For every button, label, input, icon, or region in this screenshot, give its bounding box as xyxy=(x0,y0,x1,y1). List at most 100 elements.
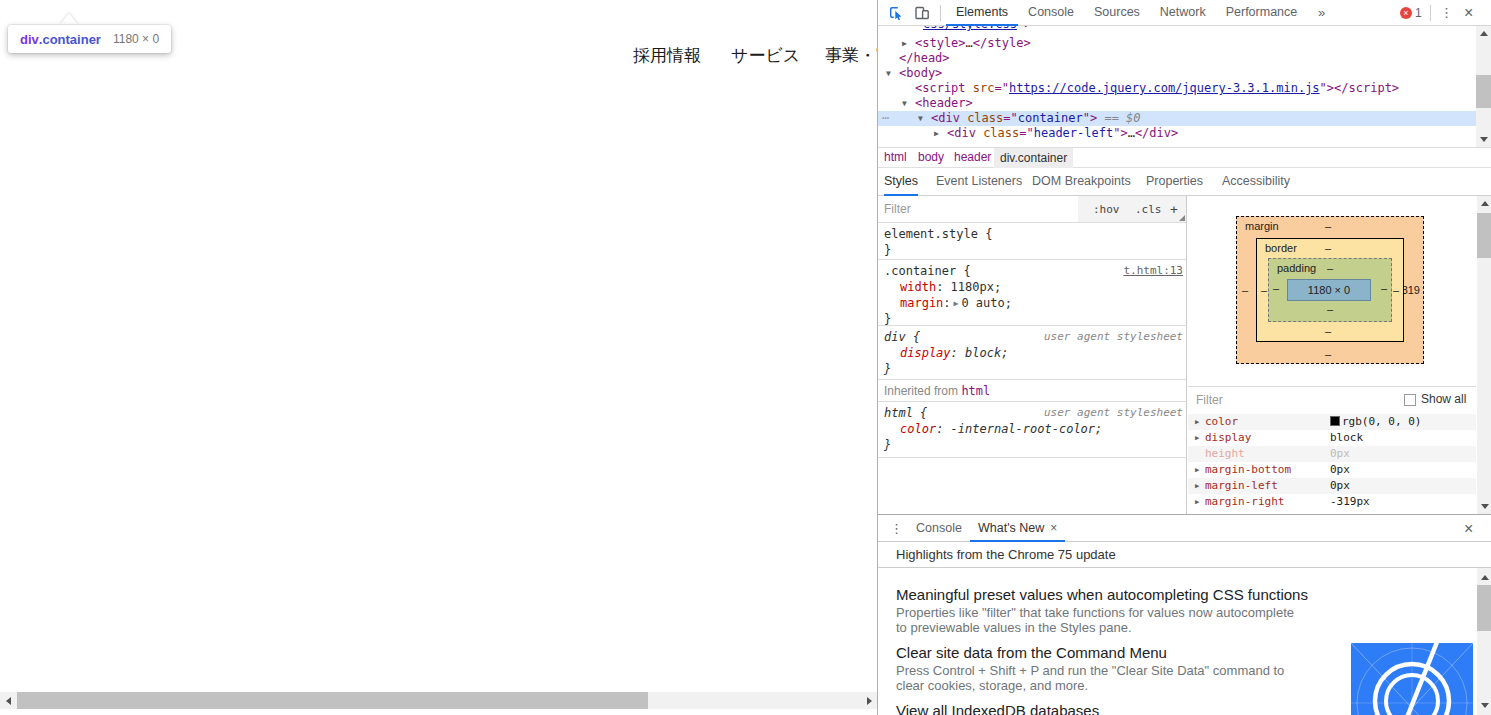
close-tab-icon[interactable]: × xyxy=(1050,521,1057,535)
dom-breadcrumb: html body header div.container xyxy=(878,147,1491,168)
dom-node-header-left[interactable]: ▶<div class="header-left">…</div> xyxy=(878,126,1476,141)
breadcrumb-body[interactable]: body xyxy=(918,148,944,167)
dom-node-header[interactable]: ▼<header> xyxy=(878,96,1476,111)
scroll-down-button[interactable] xyxy=(1476,132,1491,147)
computed-row-color[interactable]: ▶color rgb(0, 0, 0) xyxy=(1188,414,1476,430)
computed-filter-input[interactable]: Filter xyxy=(1196,393,1223,407)
scroll-down-button[interactable] xyxy=(1477,499,1491,514)
breadcrumb-header[interactable]: header xyxy=(954,148,991,167)
computed-row-margin-right[interactable]: ▶margin-right -319px xyxy=(1188,494,1476,510)
tab-performance[interactable]: Performance xyxy=(1216,0,1308,26)
devtools-menu-icon[interactable]: ⋮ xyxy=(1440,0,1453,25)
box-model-content: 1180 × 0 xyxy=(1287,279,1371,301)
devtools-drawer: ⋮ Console What's New× × Highlights from … xyxy=(878,514,1491,715)
whats-new-item-desc: Press Control + Shift + P and run the "C… xyxy=(896,664,1284,693)
dom-tree-scrollbar[interactable] xyxy=(1476,26,1491,147)
browser-page: div.container 1180 × 0 採用情報 サービス 事業・実績 xyxy=(0,0,878,715)
tab-accessibility[interactable]: Accessibility xyxy=(1222,168,1290,196)
device-toolbar-icon[interactable] xyxy=(914,5,930,21)
breadcrumb-html[interactable]: html xyxy=(884,148,907,167)
rule-div-ua[interactable]: user agent stylesheetdiv { display: bloc… xyxy=(878,326,1187,380)
margin-left-value: – xyxy=(1242,284,1248,297)
dom-node-head-close[interactable]: </head> xyxy=(878,51,1476,66)
scroll-up-button[interactable] xyxy=(1477,570,1491,585)
margin-bottom-value: – xyxy=(1325,348,1331,361)
drawer-scrollbar[interactable] xyxy=(1477,568,1491,715)
new-style-rule-button[interactable]: + xyxy=(1170,202,1178,217)
whats-new-item-title[interactable]: View all IndexedDB databases xyxy=(896,702,1099,715)
styles-sidebar-tabs: Styles Event Listeners DOM Breakpoints P… xyxy=(878,168,1491,196)
tab-console[interactable]: Console xyxy=(1018,0,1084,26)
tab-network[interactable]: Network xyxy=(1150,0,1216,26)
padding-label: padding xyxy=(1277,262,1316,275)
cls-button[interactable]: .cls xyxy=(1135,202,1162,217)
scrollbar-thumb[interactable] xyxy=(1477,585,1491,631)
scroll-up-button[interactable] xyxy=(1476,26,1491,41)
padding-bottom-value: – xyxy=(1327,303,1333,316)
tab-dom-breakpoints[interactable]: DOM Breakpoints xyxy=(1032,168,1131,196)
dom-node-script[interactable]: <script src="https://code.jquery.com/jqu… xyxy=(878,81,1476,96)
inspect-element-icon[interactable] xyxy=(888,5,904,21)
scroll-down-button[interactable] xyxy=(1477,698,1491,713)
error-count: 1 xyxy=(1415,0,1422,26)
devtools-close-icon[interactable]: × xyxy=(1464,0,1473,25)
border-right-value: – xyxy=(1393,284,1399,297)
drawer-tab-whats-new[interactable]: What's New× xyxy=(970,516,1065,542)
padding-left-value: – xyxy=(1273,282,1279,295)
drawer-menu-icon[interactable]: ⋮ xyxy=(890,516,903,541)
show-all-checkbox[interactable] xyxy=(1404,394,1416,406)
computed-row-display[interactable]: ▶display block xyxy=(1188,430,1476,446)
rule-source-link[interactable]: t.html:13 xyxy=(1123,263,1183,279)
border-bottom-value: – xyxy=(1325,325,1331,338)
rule-element-style[interactable]: element.style { } xyxy=(878,223,1187,260)
box-model-diagram[interactable]: margin – – -319 – border – – – – padding… xyxy=(1236,216,1424,364)
box-model-border: border – – – – padding – – – – 1180 × 0 xyxy=(1256,238,1404,342)
tab-event-listeners[interactable]: Event Listeners xyxy=(936,168,1022,196)
dom-node-style[interactable]: ▶<style>…</style> xyxy=(878,36,1476,51)
inherited-from-bar: Inherited from html xyxy=(878,380,1187,402)
rule-html-ua[interactable]: user agent stylesheethtml { color: -inte… xyxy=(878,402,1187,458)
chrome-75-artwork xyxy=(1351,643,1473,715)
whats-new-item-desc: Properties like "filter" that take funct… xyxy=(896,606,1294,635)
drawer-close-icon[interactable]: × xyxy=(1464,516,1473,541)
tab-elements[interactable]: Elements xyxy=(946,0,1018,26)
hov-button[interactable]: :hov xyxy=(1093,202,1120,217)
styles-rules-pane: Filter :hov .cls + element.style { } t.h… xyxy=(878,196,1187,514)
scroll-right-button[interactable] xyxy=(861,692,878,709)
breadcrumb-div-container[interactable]: div.container xyxy=(994,148,1073,168)
scrollbar-thumb[interactable] xyxy=(1477,213,1491,258)
elements-dom-tree: css/style.css"> ▶<style>…</style> </head… xyxy=(878,26,1476,147)
nav-link-service[interactable]: サービス xyxy=(731,44,800,67)
dom-node-body[interactable]: ▼<body> xyxy=(878,66,1476,81)
box-model-padding: padding – – – – 1180 × 0 xyxy=(1268,258,1392,322)
styles-pane-scrollbar[interactable] xyxy=(1477,196,1491,514)
inspect-tooltip: div.container 1180 × 0 xyxy=(8,25,171,53)
inherited-node-link[interactable]: html xyxy=(961,384,990,398)
scrollbar-thumb[interactable] xyxy=(17,692,648,709)
error-badge-icon[interactable]: × xyxy=(1400,7,1412,19)
rule-container[interactable]: t.html:13.container { width: 1180px; mar… xyxy=(878,260,1187,326)
nav-link-business[interactable]: 事業・実績 xyxy=(825,44,878,67)
whats-new-item-title[interactable]: Meaningful preset values when autocomple… xyxy=(896,586,1308,603)
scroll-up-button[interactable] xyxy=(1477,196,1491,211)
ua-stylesheet-label: user agent stylesheet xyxy=(1044,405,1183,421)
nav-link-recruit[interactable]: 採用情報 xyxy=(633,44,701,67)
dom-node-link[interactable]: css/style.css"> xyxy=(878,26,1476,32)
devtools-panel: Elements Console Sources Network Perform… xyxy=(877,0,1491,715)
tab-styles[interactable]: Styles xyxy=(884,168,918,196)
tab-properties[interactable]: Properties xyxy=(1146,168,1203,196)
page-horizontal-scrollbar[interactable] xyxy=(0,692,878,709)
tab-sources[interactable]: Sources xyxy=(1084,0,1150,26)
computed-row-margin-left[interactable]: ▶margin-left 0px xyxy=(1188,478,1476,494)
toolbar-separator xyxy=(940,5,941,21)
tooltip-tag: div xyxy=(20,32,39,47)
more-tabs-icon[interactable]: » xyxy=(1318,0,1325,25)
drawer-tab-console[interactable]: Console xyxy=(908,516,970,541)
scroll-left-button[interactable] xyxy=(0,692,17,709)
whats-new-item-title[interactable]: Clear site data from the Command Menu xyxy=(896,644,1167,661)
dom-node-container-selected[interactable]: ⋯▼<div class="container"> == $0 xyxy=(878,111,1476,126)
scrollbar-thumb[interactable] xyxy=(1476,75,1491,108)
computed-row-height[interactable]: height 0px xyxy=(1188,446,1476,462)
inspect-tooltip-arrow xyxy=(60,13,78,25)
computed-row-margin-bottom[interactable]: ▶margin-bottom 0px xyxy=(1188,462,1476,478)
